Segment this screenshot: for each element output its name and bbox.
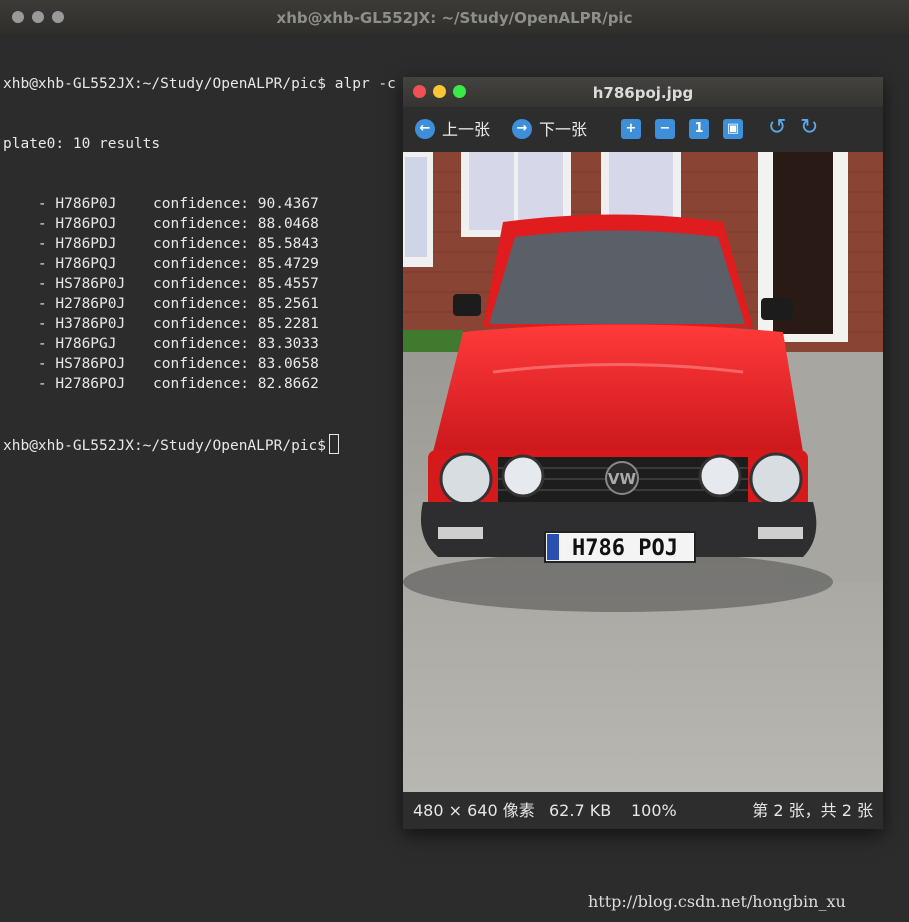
result-row: - H3786P0J confidence: 85.2281 (3, 314, 403, 334)
result-plate: - H786P0J (3, 196, 117, 212)
result-confidence: confidence: 85.2281 (153, 316, 319, 332)
viewer-toolbar: ← 上一张 → 下一张 + − 1 ▣ ↺ ↻ (403, 107, 883, 152)
result-row: - HS786P0J confidence: 85.4557 (3, 274, 403, 294)
result-confidence: confidence: 85.4729 (153, 256, 319, 272)
viewer-statusbar: 480 × 640 像素 62.7 KB 100% 第 2 张，共 2 张 (403, 792, 883, 829)
terminal-title: xhb@xhb-GL552JX: ~/Study/OpenALPR/pic (276, 9, 633, 27)
terminal-output[interactable]: xhb@xhb-GL552JX:~/Study/OpenALPR/pic$ al… (3, 34, 527, 474)
results-list: - H786P0J confidence: 90.4367 - H786POJ co… (3, 194, 403, 394)
text-cursor (329, 434, 340, 454)
prompt: xhb@xhb-GL552JX:~/Study/OpenALPR/pic$ (3, 76, 327, 92)
result-row: - H786PQJ confidence: 85.4729 (3, 254, 403, 274)
result-row: - H786PGJ confidence: 83.3033 (3, 334, 403, 354)
image-viewer-window: h786poj.jpg ← 上一张 → 下一张 + − 1 ▣ ↺ ↻ VW H… (403, 77, 883, 829)
result-plate: - H2786P0J (3, 296, 126, 312)
file-size: 62.7 KB (549, 801, 612, 820)
prev-arrow-icon: ← (415, 119, 435, 139)
car-photo: VW H786 POJ (403, 152, 883, 792)
actual-size-icon[interactable]: 1 (689, 119, 709, 139)
result-header: plate0: 10 results (3, 136, 161, 152)
result-row: - H2786P0J confidence: 85.2561 (3, 294, 403, 314)
result-plate: - H786PGJ (3, 336, 117, 352)
viewer-titlebar[interactable]: h786poj.jpg (403, 77, 883, 107)
prev-button[interactable]: ← 上一张 (415, 119, 490, 141)
zoom-level: 100% (631, 801, 677, 820)
terminal-titlebar[interactable]: xhb@xhb-GL552JX: ~/Study/OpenALPR/pic (0, 0, 909, 34)
result-row: - H786P0J confidence: 90.4367 (3, 194, 403, 214)
prev-label: 上一张 (442, 120, 491, 139)
car-photo-illustration: VW H786 POJ (403, 152, 883, 792)
result-confidence: confidence: 88.0468 (153, 216, 319, 232)
result-confidence: confidence: 85.5843 (153, 236, 319, 252)
result-confidence: confidence: 83.3033 (153, 336, 319, 352)
viewer-title: h786poj.jpg (592, 84, 694, 102)
prompt: xhb@xhb-GL552JX:~/Study/OpenALPR/pic$ (3, 438, 327, 454)
license-plate-text: H786 POJ (572, 536, 678, 561)
result-plate: - HS786P0J (3, 276, 126, 292)
result-plate: - H786PDJ (3, 236, 117, 252)
next-arrow-icon: → (512, 119, 532, 139)
svg-text:VW: VW (608, 470, 637, 488)
result-plate: - H786POJ (3, 216, 117, 232)
next-button[interactable]: → 下一张 (512, 119, 587, 141)
result-row: - HS786POJ confidence: 83.0658 (3, 354, 403, 374)
image-position: 第 2 张，共 2 张 (752, 801, 873, 820)
zoom-out-icon[interactable]: − (655, 119, 675, 139)
result-plate: - H3786P0J (3, 316, 126, 332)
next-label: 下一张 (539, 120, 588, 139)
result-confidence: confidence: 85.2561 (153, 296, 319, 312)
command-line: xhb@xhb-GL552JX:~/Study/OpenALPR/pic$ al… (3, 74, 527, 94)
result-confidence: confidence: 82.8662 (153, 376, 319, 392)
result-plate: - H786PQJ (3, 256, 117, 272)
result-row: - H2786POJ confidence: 82.8662 (3, 374, 403, 394)
prompt-line[interactable]: xhb@xhb-GL552JX:~/Study/OpenALPR/pic$ (3, 434, 403, 454)
result-plate: - H2786POJ (3, 376, 126, 392)
image-dimensions: 480 × 640 像素 (413, 801, 535, 820)
zoom-in-icon[interactable]: + (621, 119, 641, 139)
fit-window-icon[interactable]: ▣ (723, 119, 743, 139)
result-row: - H786PDJ confidence: 85.5843 (3, 234, 403, 254)
rotate-right-icon[interactable]: ↻ (800, 117, 818, 139)
result-confidence: confidence: 85.4557 (153, 276, 319, 292)
result-confidence: confidence: 83.0658 (153, 356, 319, 372)
watermark: http://blog.csdn.net/hongbin_xu (588, 892, 846, 911)
result-confidence: confidence: 90.4367 (153, 196, 319, 212)
result-row: - H786POJ confidence: 88.0468 (3, 214, 403, 234)
result-plate: - HS786POJ (3, 356, 126, 372)
rotate-left-icon[interactable]: ↺ (768, 117, 786, 139)
